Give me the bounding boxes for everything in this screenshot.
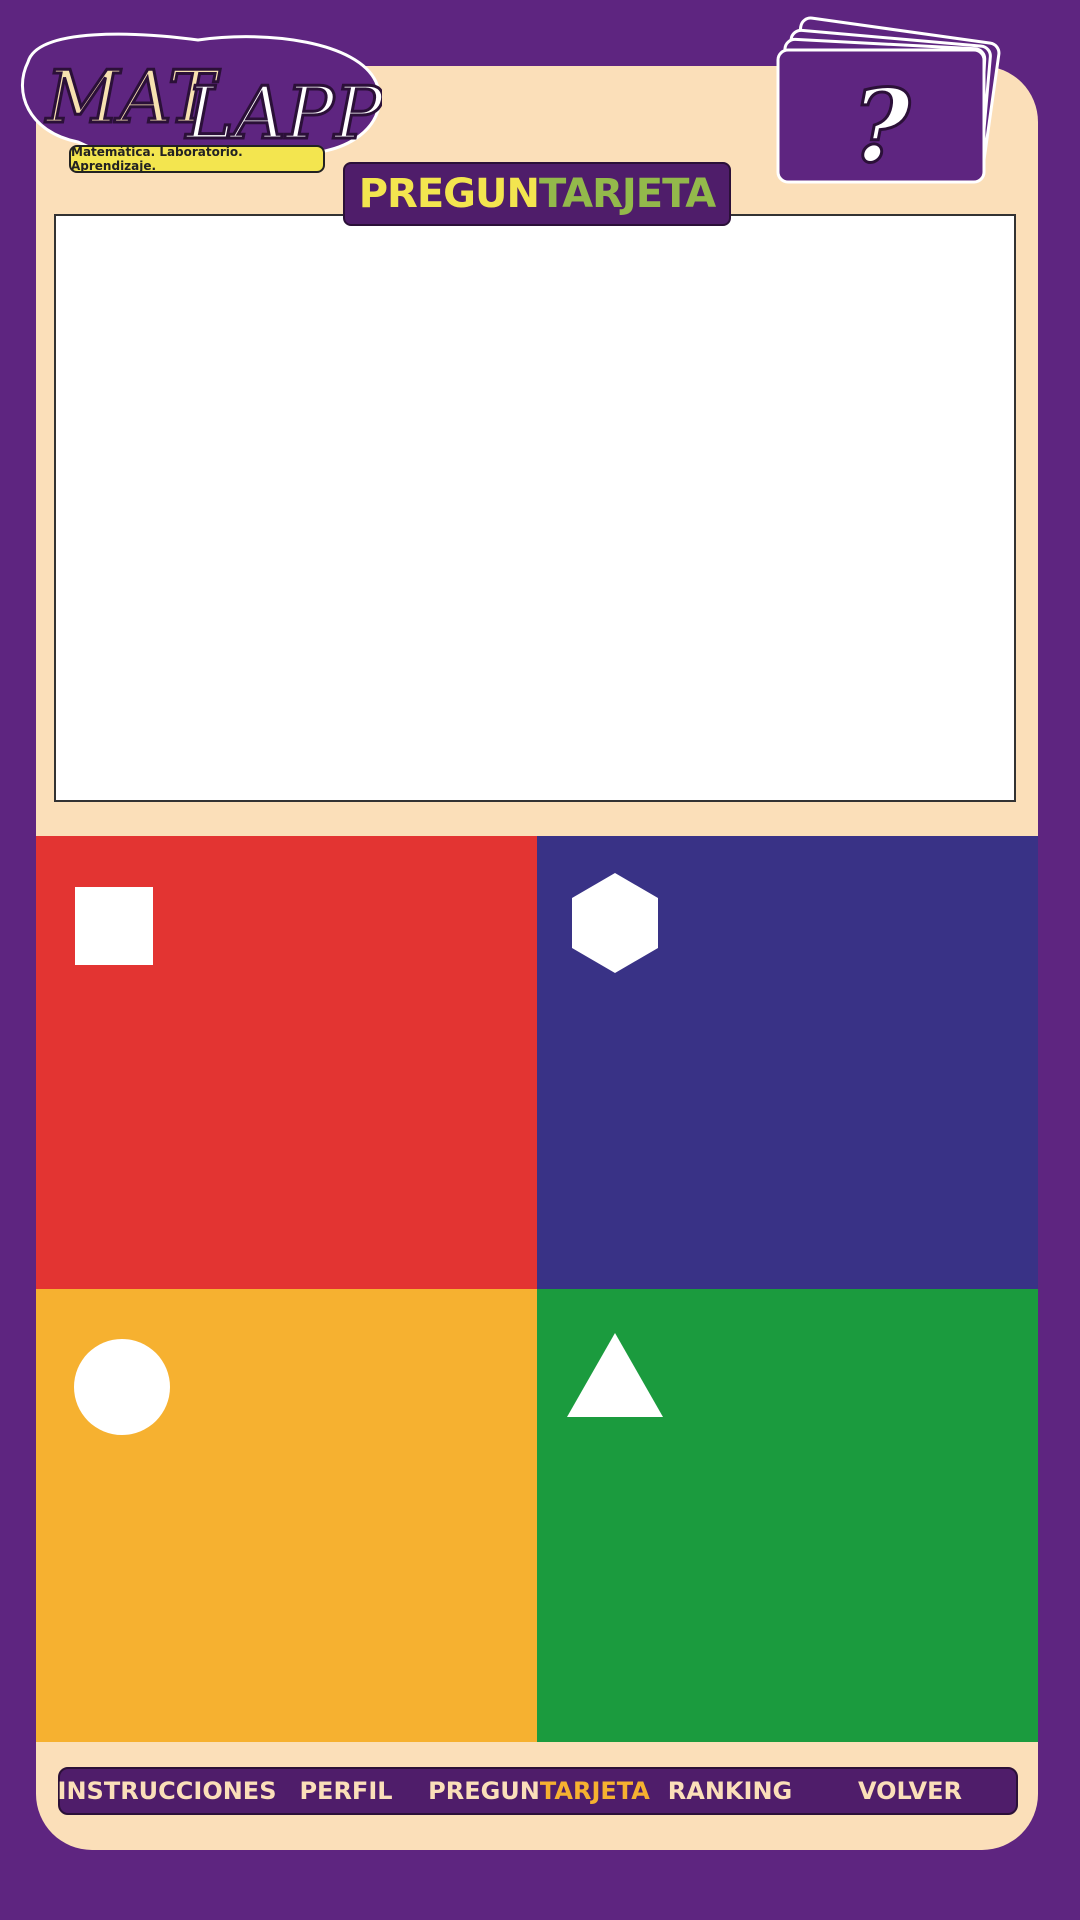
nav-volver[interactable]: VOLVER [858, 1777, 962, 1805]
triangle-icon [567, 1333, 663, 1417]
square-icon [75, 887, 153, 965]
question-mark-glyph: ? [852, 67, 912, 185]
logo-tagline: Matemática. Laboratorio. Aprendizaje. [69, 145, 325, 173]
answer-option-hexagon[interactable] [537, 836, 1038, 1289]
title-part1: PREGUN [358, 171, 540, 217]
answer-option-square[interactable] [36, 836, 537, 1289]
nav-preguntarjeta-part1: PREGUN [428, 1777, 540, 1805]
hexagon-icon [572, 873, 658, 973]
nav-ranking[interactable]: RANKING [668, 1777, 792, 1805]
circle-icon [74, 1339, 170, 1435]
title-part2: TARJETA [538, 171, 716, 217]
nav-preguntarjeta[interactable]: PREGUNTARJETA [428, 1777, 650, 1805]
page-title: PREGUN TARJETA [343, 162, 731, 226]
nav-instrucciones[interactable]: INSTRUCCIONES [58, 1777, 277, 1805]
nav-preguntarjeta-part2: TARJETA [539, 1777, 650, 1805]
bottom-nav: INSTRUCCIONES PERFIL PREGUNTARJETA RANKI… [58, 1767, 1018, 1815]
logo-lapp-text: LAPP [184, 71, 382, 155]
question-cards-icon: ? [762, 16, 1002, 206]
answer-option-triangle[interactable] [537, 1289, 1038, 1742]
nav-perfil[interactable]: PERFIL [299, 1777, 392, 1805]
question-panel [54, 214, 1016, 802]
answer-option-circle[interactable] [36, 1289, 537, 1742]
